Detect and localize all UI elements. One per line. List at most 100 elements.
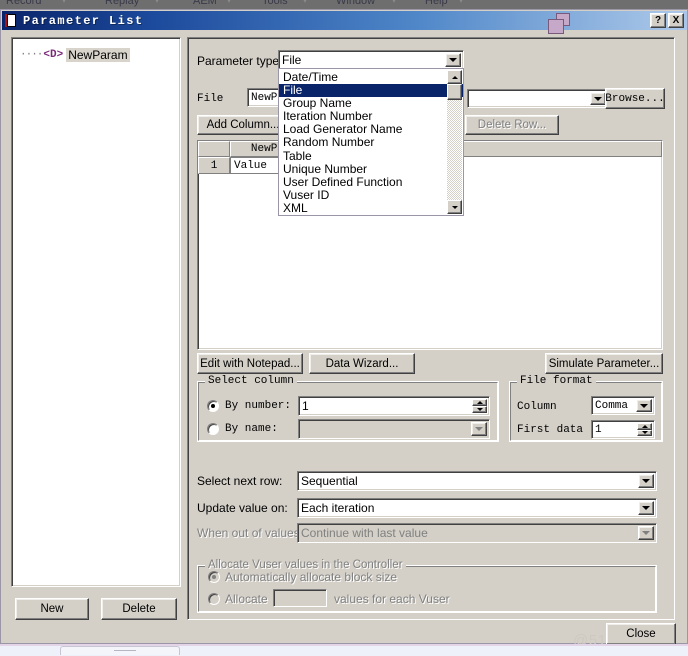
auto-allocate-label: Automatically allocate block size [225,570,398,584]
update-value-on-label: Update value on: [197,501,288,515]
file-format-column-combo[interactable]: Comma [591,396,655,415]
by-number-input[interactable]: 1 [298,396,490,416]
parameter-list-icon [5,13,19,28]
window-title: Parameter List [23,13,144,28]
dropdown-option-datetime[interactable]: Date/Time [279,70,463,84]
dropdown-option-user-defined-function[interactable]: User Defined Function [279,175,463,189]
parameter-tree[interactable]: ···· <D> NewParam [11,37,181,587]
tree-connector: ···· [20,49,43,61]
manual-allocate-radio [208,593,220,605]
menu-item-tools[interactable]: Tools [262,0,288,7]
scroll-down-button[interactable] [447,200,462,214]
update-value-on-chevron-down-icon[interactable] [638,501,654,515]
dropdown-option-unique-number[interactable]: Unique Number [279,162,463,176]
file-format-column-chevron-down-icon[interactable] [636,399,652,412]
file-path-chevron-down-icon[interactable] [590,92,606,105]
first-data-stepper[interactable] [637,423,652,436]
edit-with-notepad-button[interactable]: Edit with Notepad... [197,353,303,374]
menu-item-aem[interactable]: AEM [193,0,217,7]
allocate-suffix-label: values for each Vuser [334,592,450,606]
select-column-title: Select column [205,375,297,387]
menu-item-record[interactable]: Record [6,0,41,7]
close-button[interactable]: Close [606,623,676,645]
by-number-value: 1 [302,399,309,413]
parameter-type-label: Parameter type: [197,54,283,68]
file-format-column-value: Comma [595,399,629,412]
tree-item-label: NewParam [66,48,130,62]
by-number-stepper-up[interactable] [472,399,487,406]
dropdown-option-xml[interactable]: XML [279,201,463,215]
file-format-title: File format [517,375,596,387]
grid-corner-header [198,141,230,157]
manual-allocate-label: Allocate [225,592,268,606]
parameter-type-dropdown-list[interactable]: Date/Time File Group Name Iteration Numb… [278,68,464,216]
first-data-stepper-down[interactable] [637,429,652,436]
auto-allocate-radio [208,571,220,583]
simulate-parameter-button[interactable]: Simulate Parameter... [545,353,663,374]
by-number-stepper[interactable] [472,399,487,413]
titlebar-buttons: ? X [650,13,684,28]
grid-row-number: 1 [198,157,230,174]
by-name-radio[interactable] [207,423,219,435]
when-out-of-values-combo: Continue with last value [297,523,657,543]
tree-item-newparam[interactable]: ···· <D> NewParam [20,48,130,62]
app-menu-bar: Record ▾ Replay ▾ AEM ▾ Tools ▾ Window ▾… [0,0,688,9]
app-windows-glyph [548,13,578,37]
delete-parameter-button[interactable]: Delete [101,598,177,620]
close-window-button[interactable]: X [668,13,684,28]
menu-arrow-aem: ▾ [227,0,232,5]
select-next-row-value: Sequential [301,474,358,488]
window-titlebar: Parameter List ? X [2,11,687,34]
menu-arrow-replay: ▾ [155,0,160,5]
by-number-label: By number: [225,400,292,412]
parameter-node-icon: <D> [43,49,64,61]
parameter-type-chevron-down-icon[interactable] [445,53,461,67]
first-data-input[interactable]: 1 [591,420,655,439]
dropdown-option-table[interactable]: Table [279,149,463,163]
allocate-value-input [273,589,327,607]
first-data-label: First data [517,424,584,436]
menu-arrow-window: ▾ [392,0,397,5]
select-next-row-combo[interactable]: Sequential [297,471,657,491]
menu-item-replay[interactable]: Replay [105,0,139,7]
menu-item-window[interactable]: Window [336,0,375,7]
update-value-on-combo[interactable]: Each iteration [297,498,657,518]
update-value-on-value: Each iteration [301,501,375,515]
delete-row-button: Delete Row... [465,115,559,135]
when-out-of-values-chevron-down-icon [638,526,654,540]
parameter-type-combo[interactable]: File [278,50,464,70]
by-number-radio[interactable] [207,400,219,412]
file-format-column-label: Column [517,401,557,413]
parameter-type-value: File [282,53,302,67]
first-data-value: 1 [595,423,602,436]
dropdown-scrollbar[interactable] [447,70,462,214]
help-button[interactable]: ? [650,13,666,28]
page-bottom-chrome [0,644,688,656]
scrollbar-thumb[interactable] [447,84,462,100]
by-number-stepper-down[interactable] [472,406,487,413]
by-name-chevron-down-icon [471,422,487,436]
by-name-label: By name: [225,423,278,435]
browse-button[interactable]: Browse... [605,88,665,109]
parameter-list-window: Parameter List ? X ···· <D> NewParam New… [0,9,688,649]
file-label: File [197,93,224,105]
page-tab-stub[interactable] [60,646,180,655]
screen-root: Record ▾ Replay ▾ AEM ▾ Tools ▾ Window ▾… [0,0,688,656]
dropdown-option-random-number[interactable]: Random Number [279,136,463,149]
select-next-row-chevron-down-icon[interactable] [638,474,654,488]
file-path-combo[interactable] [467,89,609,108]
dropdown-option-vuser-id[interactable]: Vuser ID [279,188,463,202]
new-parameter-button[interactable]: New [15,598,89,620]
menu-arrow-tools: ▾ [303,0,308,5]
by-name-combo [298,419,490,439]
menu-item-help[interactable]: Help [425,0,448,7]
data-wizard-button[interactable]: Data Wizard... [309,353,415,374]
when-out-of-values-label: When out of values: [197,526,304,540]
menu-arrow-record: ▾ [62,0,67,5]
select-next-row-label: Select next row: [197,474,283,488]
when-out-of-values-value: Continue with last value [301,526,428,540]
scrollbar-track[interactable] [447,84,462,200]
file-name-value: NewP [251,91,278,104]
scroll-up-button[interactable] [447,70,462,84]
add-column-button[interactable]: Add Column... [197,115,289,135]
